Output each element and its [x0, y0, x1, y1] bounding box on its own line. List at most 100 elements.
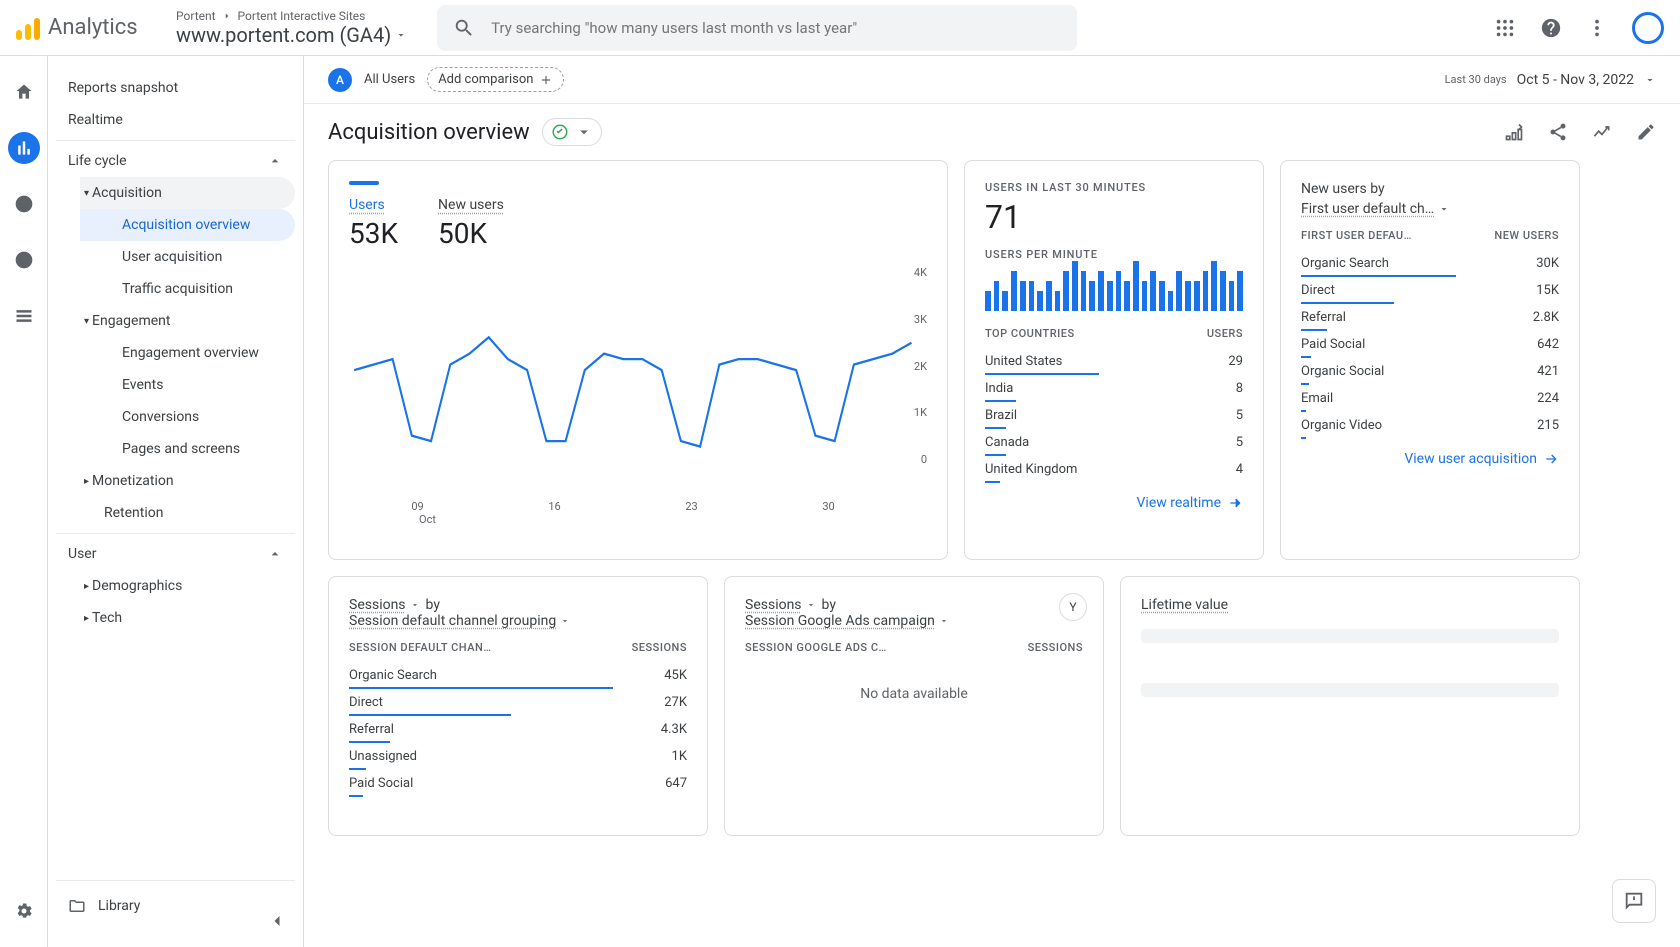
filter-button[interactable]: Y [1059, 593, 1087, 621]
rail-advertising[interactable] [8, 244, 40, 276]
table-row[interactable]: Organic Search30K [1301, 250, 1559, 277]
table-row[interactable]: Unassigned1K [349, 743, 687, 770]
nav-demographics[interactable]: ▸Demographics [80, 570, 295, 602]
sessions-dimension-selector[interactable]: Session default channel grouping [349, 613, 570, 629]
caret-down-icon [1438, 203, 1450, 215]
ads-dimension-selector[interactable]: Session Google Ads campaign [745, 613, 949, 629]
realtime-value: 71 [985, 198, 1243, 236]
account-avatar[interactable] [1632, 12, 1664, 44]
ltv-skeleton [1141, 683, 1559, 697]
collapse-nav-icon[interactable] [267, 911, 287, 931]
arrow-right-icon [1543, 451, 1559, 467]
rail-reports[interactable] [8, 132, 40, 164]
rail-explore[interactable] [8, 188, 40, 220]
search-bar[interactable] [437, 5, 1077, 51]
ltv-skeleton [1141, 629, 1559, 643]
nav-traffic-acquisition[interactable]: Traffic acquisition [80, 273, 295, 305]
dimension-by-label: New users by [1301, 181, 1559, 197]
table-row[interactable]: Paid Social647 [349, 770, 687, 797]
chevron-up-icon [267, 153, 283, 169]
caret-down-icon [575, 123, 593, 141]
add-comparison-button[interactable]: Add comparison [427, 67, 564, 92]
nav-realtime[interactable]: Realtime [56, 104, 295, 136]
table-row[interactable]: Organic Video215 [1301, 412, 1559, 439]
realtime-title: USERS IN LAST 30 MINUTES [985, 181, 1243, 194]
breadcrumb: Portent Portent Interactive Sites [176, 9, 407, 23]
chevron-right-icon [222, 11, 232, 21]
table-row[interactable]: Direct27K [349, 689, 687, 716]
more-vert-icon[interactable] [1586, 17, 1608, 39]
sessions-by-channel-card: Sessions by Session default channel grou… [328, 576, 708, 836]
search-icon [453, 17, 475, 39]
nav-acquisition[interactable]: ▾Acquisition [80, 177, 295, 209]
product-name: Analytics [48, 15, 138, 40]
nav-monetization[interactable]: ▸Monetization [80, 465, 295, 497]
caret-down-icon [560, 616, 570, 626]
analytics-logo-icon [16, 16, 40, 40]
nav-section-life-cycle[interactable]: Life cycle [56, 140, 295, 177]
check-circle-icon [551, 123, 569, 141]
no-data-message: No data available [745, 686, 1083, 702]
nav-section-user[interactable]: User [56, 533, 295, 570]
table-row[interactable]: India8 [985, 375, 1243, 402]
property-name: www.portent.com (GA4) [176, 23, 391, 47]
users-header: USERS [1207, 327, 1243, 340]
help-icon[interactable] [1540, 17, 1562, 39]
nav-reports-snapshot[interactable]: Reports snapshot [56, 72, 295, 104]
table-row[interactable]: Referral2.8K [1301, 304, 1559, 331]
table-row[interactable]: United Kingdom4 [985, 456, 1243, 483]
feedback-button[interactable] [1612, 879, 1656, 923]
nav-acquisition-overview[interactable]: Acquisition overview [80, 209, 295, 241]
table-row[interactable]: United States29 [985, 348, 1243, 375]
nav-retention[interactable]: Retention [80, 497, 295, 529]
nav-events[interactable]: Events [80, 369, 295, 401]
table-row[interactable]: Paid Social642 [1301, 331, 1559, 358]
feedback-icon [1623, 890, 1645, 912]
edit-icon[interactable] [1636, 122, 1656, 142]
property-selector[interactable]: Portent Portent Interactive Sites www.po… [176, 9, 407, 47]
view-user-acquisition-link[interactable]: View user acquisition [1301, 451, 1559, 467]
users-line-chart: 4K3K2K1K0 [349, 266, 927, 496]
search-input[interactable] [491, 19, 1061, 37]
realtime-card: USERS IN LAST 30 MINUTES 71 USERS PER MI… [964, 160, 1264, 560]
ads-metric-selector[interactable]: Sessions [745, 597, 816, 613]
sessions-metric-selector[interactable]: Sessions [349, 597, 420, 613]
new-users-by-card: New users by First user default ch… FIRS… [1280, 160, 1580, 560]
metric-new-users[interactable]: New users 50K [438, 197, 504, 250]
sessions-by-ads-card: Y Sessions by Session Google Ads campaig… [724, 576, 1104, 836]
table-row[interactable]: Brazil5 [985, 402, 1243, 429]
dimension-selector[interactable]: First user default ch… [1301, 201, 1450, 217]
metric-users[interactable]: Users 53K [349, 197, 398, 250]
table-row[interactable]: Email224 [1301, 385, 1559, 412]
rail-configure[interactable] [8, 300, 40, 332]
nav-user-acquisition[interactable]: User acquisition [80, 241, 295, 273]
caret-down-icon [395, 29, 407, 41]
nav-engagement-overview[interactable]: Engagement overview [80, 337, 295, 369]
caret-down-icon [939, 616, 949, 626]
caret-down-icon [1644, 74, 1656, 86]
nav-tech[interactable]: ▸Tech [80, 602, 295, 634]
customize-icon[interactable] [1504, 122, 1524, 142]
nav-pages-screens[interactable]: Pages and screens [80, 433, 295, 465]
users-chart-card: Users 53K New users 50K 4K3K2K1K0 091623… [328, 160, 948, 560]
status-chip[interactable] [542, 118, 602, 146]
share-icon[interactable] [1548, 122, 1568, 142]
table-row[interactable]: Referral4.3K [349, 716, 687, 743]
rail-admin[interactable] [8, 895, 40, 927]
caret-down-icon [410, 600, 420, 610]
folder-icon [68, 897, 86, 915]
insights-icon[interactable] [1592, 122, 1612, 142]
table-row[interactable]: Direct15K [1301, 277, 1559, 304]
table-row[interactable]: Canada5 [985, 429, 1243, 456]
segment-label: All Users [364, 72, 415, 87]
page-title: Acquisition overview [328, 120, 530, 145]
apps-icon[interactable] [1494, 17, 1516, 39]
table-row[interactable]: Organic Search45K [349, 662, 687, 689]
nav-library[interactable]: Library [56, 880, 295, 931]
nav-conversions[interactable]: Conversions [80, 401, 295, 433]
view-realtime-link[interactable]: View realtime [985, 495, 1243, 511]
rail-home[interactable] [8, 76, 40, 108]
table-row[interactable]: Organic Social421 [1301, 358, 1559, 385]
date-range-picker[interactable]: Last 30 days Oct 5 - Nov 3, 2022 [1445, 72, 1656, 88]
nav-engagement[interactable]: ▾Engagement [80, 305, 295, 337]
